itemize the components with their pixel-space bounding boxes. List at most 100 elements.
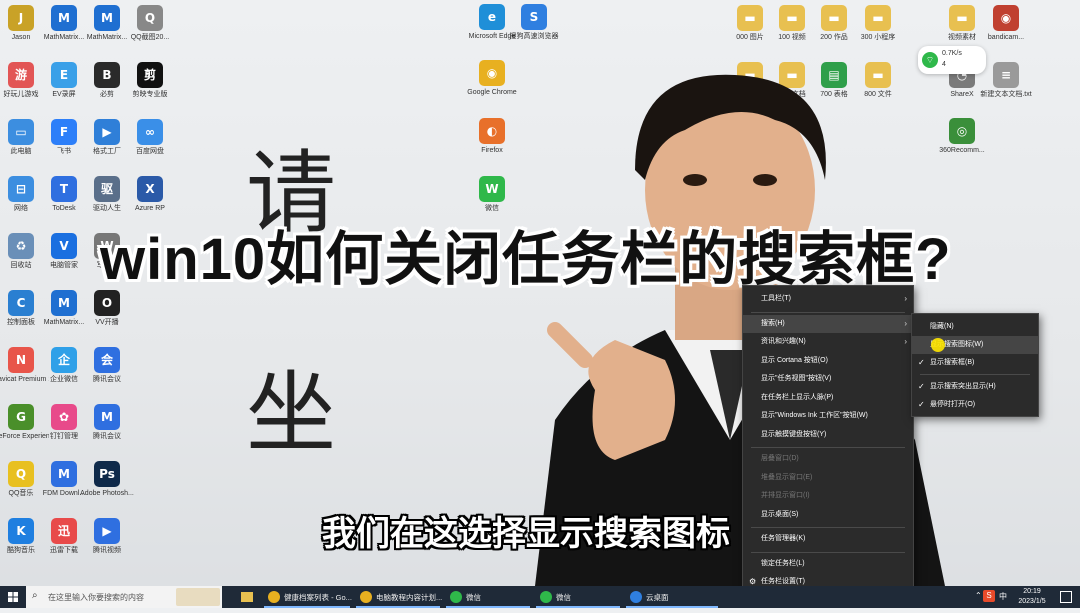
mid-icon-2[interactable]: ◉ Google Chrome <box>464 60 520 97</box>
context-menu-item-4[interactable]: 显示"任务视图"按钮(V) <box>743 370 913 388</box>
left-icon-glyph: T <box>51 176 77 202</box>
clock-time: 20:19 <box>1023 588 1041 595</box>
search-submenu-item-label: 显示搜索突出显示(H) <box>930 383 996 390</box>
search-submenu-item-label: 悬停时打开(O) <box>930 401 976 408</box>
context-menu-item-13[interactable]: 锁定任务栏(L) <box>743 555 913 573</box>
left-icon-31[interactable] <box>122 404 178 432</box>
left-icon-glyph: ♻ <box>8 233 34 259</box>
left-icon-35[interactable] <box>122 461 178 489</box>
context-menu-item-3[interactable]: 显示 Cortana 按钮(O) <box>743 352 913 370</box>
left-icon-glyph: 游 <box>8 62 34 88</box>
taskbar-app-0[interactable]: 健康档案列表 - Go... <box>262 586 352 608</box>
context-menu-item-label: 并排显示窗口(I) <box>761 492 810 499</box>
context-menu-item-9: 堆叠显示窗口(E) <box>743 469 913 487</box>
search-submenu-item-3[interactable]: ✓ 显示搜索突出显示(H) <box>912 378 1038 396</box>
mid-icon-4[interactable]: W 微信 <box>464 176 520 213</box>
chevron-right-icon: › <box>904 294 907 303</box>
right-icon-glyph: ▬ <box>949 5 975 31</box>
left-icon-glyph: M <box>51 461 77 487</box>
app-icon <box>630 591 642 603</box>
context-menu-item-5[interactable]: 在任务栏上显示人脉(P) <box>743 389 913 407</box>
left-icon-label: 百度网盘 <box>136 148 164 155</box>
taskbar-app-label: 微信 <box>556 593 571 602</box>
context-menu-item-10: 并排显示窗口(I) <box>743 487 913 505</box>
sogou-ime-icon[interactable]: S <box>983 590 995 602</box>
context-menu-item-0[interactable]: 工具栏(T) › <box>743 290 913 308</box>
start-button[interactable] <box>0 586 26 608</box>
mid-icon-glyph: ◉ <box>479 60 505 86</box>
ime-language[interactable]: 中 <box>999 591 1007 602</box>
search-submenu-item-2[interactable]: ✓ 显示搜索框(B) <box>912 354 1038 372</box>
context-menu-item-7[interactable]: 显示触摸键盘按钮(Y) <box>743 426 913 444</box>
notification-icon[interactable] <box>1060 591 1072 603</box>
taskbar-app-3[interactable]: 微信 <box>534 586 622 608</box>
taskbar-app-4[interactable]: 云桌面 <box>624 586 720 608</box>
left-icon-glyph: ▭ <box>8 119 34 145</box>
left-icon-glyph: ✿ <box>51 404 77 430</box>
app-icon <box>360 591 372 603</box>
left-icon-7[interactable]: 剪剪映专业版 <box>122 62 178 99</box>
context-menu-item-label: 搜索(H) <box>761 319 785 327</box>
left-icon-glyph: ∞ <box>137 119 163 145</box>
show-hidden-icons[interactable]: ⌃ <box>975 591 982 600</box>
chevron-right-icon: › <box>904 337 907 346</box>
context-menu-item-label: 显示"Windows Ink 工作区"按钮(W) <box>761 412 868 419</box>
mid-icon-label: Firefox <box>481 147 503 154</box>
mid-icon-glyph: W <box>479 176 505 202</box>
right-icon-5[interactable]: ◉ bandicam... <box>978 5 1034 42</box>
context-menu-item-6[interactable]: 显示"Windows Ink 工作区"按钮(W) <box>743 407 913 425</box>
context-menu-item-label: 堆叠显示窗口(E) <box>761 473 813 481</box>
taskbar-app-label: 电脑教程内容计划... <box>376 593 443 602</box>
context-menu-item-label: 显示"任务视图"按钮(V) <box>761 375 832 382</box>
left-icon-3[interactable]: Q QQ截图20... <box>122 5 178 42</box>
network-speed-widget[interactable]: ⌔ 0.7K/s 4 <box>918 46 986 74</box>
video-headline: win10如何关闭任务栏的搜索框? <box>100 227 952 292</box>
taskbar-context-menu: 工具栏(T) › 搜索(H) › 资讯和兴趣(N) › 显示 Cortana 按钮(O) 显示… <box>742 285 914 593</box>
context-menu-item-2[interactable]: 资讯和兴趣(N) › <box>743 333 913 351</box>
context-menu-item-11[interactable]: 显示桌面(S) <box>743 506 913 524</box>
right-icon-glyph: ▬ <box>821 5 847 31</box>
taskbar-app-1[interactable]: 电脑教程内容计划... <box>354 586 442 608</box>
right-icon-11[interactable]: ≡ 新建文本文档.txt <box>978 62 1034 99</box>
context-menu-item-label: 显示触摸键盘按钮(Y) <box>761 430 827 438</box>
left-icon-glyph: 剪 <box>137 62 163 88</box>
left-icon-38[interactable]: ▶ 腾讯视频 <box>79 518 135 555</box>
left-icon-glyph: J <box>8 5 34 31</box>
context-menu-item-label: 层叠窗口(D) <box>761 455 799 462</box>
left-icon-15[interactable]: X Azure RP <box>122 176 178 213</box>
wifi-icon: ⌔ <box>922 52 938 68</box>
left-icon-glyph: M <box>94 5 120 31</box>
left-icon-27[interactable] <box>122 347 178 375</box>
checkmark-icon: ✓ <box>918 400 925 409</box>
menu-separator <box>751 551 905 553</box>
right-icon-glyph: ▬ <box>737 5 763 31</box>
right-icon-label: bandicam... <box>987 34 1025 41</box>
taskbar-search-box[interactable]: ⌕ 在这里输入你要搜索的内容 <box>26 586 222 608</box>
context-menu-item-label: 显示桌面(S) <box>761 510 799 518</box>
left-icon-glyph: ⊟ <box>8 176 34 202</box>
left-icon-glyph: F <box>51 119 77 145</box>
context-menu-item-1[interactable]: 搜索(H) › <box>743 314 913 333</box>
context-menu-item-12[interactable]: 任务管理器(K) <box>743 530 913 548</box>
left-icon-glyph: B <box>94 62 120 88</box>
left-icon-11[interactable]: ∞ 百度网盘 <box>122 119 178 156</box>
taskbar-app-2[interactable]: 微信 <box>444 586 532 608</box>
left-icon-glyph: N <box>8 347 34 373</box>
right-icon-glyph: ▬ <box>865 5 891 31</box>
checkmark-icon: ✓ <box>918 382 925 391</box>
taskbar-file-explorer[interactable] <box>236 586 258 608</box>
search-submenu-item-0[interactable]: 隐藏(N) <box>912 318 1038 336</box>
mid-icon-3[interactable]: ◐ Firefox <box>464 118 520 155</box>
left-icon-glyph: M <box>51 290 77 316</box>
right-icon-3[interactable]: ▬ 300 小程序 <box>850 5 906 42</box>
desktop: J Jason M MathMatrix... M MathMatrix... Q QQ截图2… <box>0 0 1080 586</box>
search-submenu-item-4[interactable]: ✓ 悬停时打开(O) <box>912 396 1038 414</box>
left-icon-glyph: M <box>51 5 77 31</box>
context-menu-item-label: 锁定任务栏(L) <box>761 559 805 567</box>
left-icon-label: 腾讯会议 <box>93 433 121 440</box>
mid-icon-1[interactable]: S 搜狗高速浏览器 <box>506 4 562 41</box>
left-icon-glyph: M <box>94 404 120 430</box>
clock[interactable]: 20:19 2023/1/5 <box>1012 587 1052 607</box>
calligraphy-char-2: 坐 <box>246 361 336 466</box>
upload-speed: 0.7K/s <box>942 50 962 57</box>
